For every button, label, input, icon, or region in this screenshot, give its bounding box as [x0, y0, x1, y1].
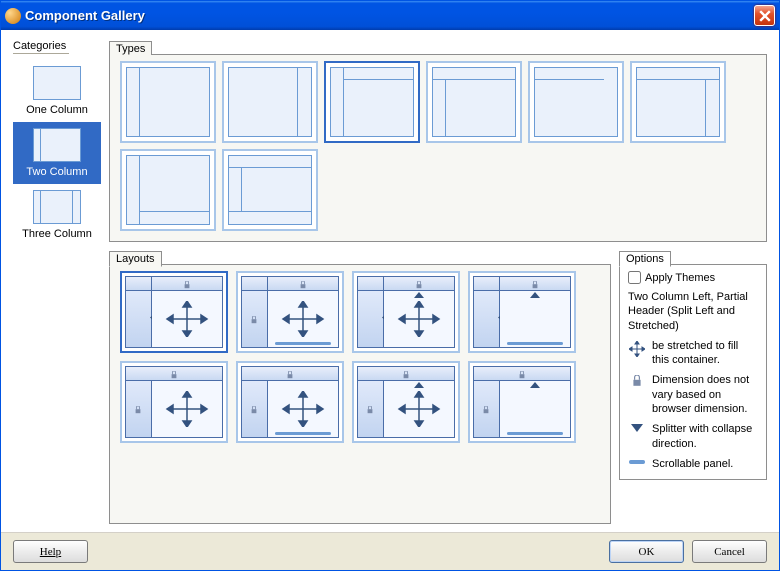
legend-text: Splitter with collapse direction. — [652, 422, 758, 451]
types-grid — [120, 61, 756, 231]
lock-icon — [518, 370, 526, 378]
legend-stretch: be stretched to fill this container. — [628, 339, 758, 368]
types-panel — [109, 55, 767, 242]
titlebar: Component Gallery — [1, 1, 779, 30]
lock-icon — [286, 370, 294, 378]
help-label: Help — [40, 546, 61, 558]
cancel-button[interactable]: Cancel — [692, 540, 767, 563]
legend-text: be stretched to fill this container. — [652, 339, 758, 368]
stretch-icon — [281, 301, 325, 337]
category-label: Three Column — [22, 228, 92, 240]
lock-icon — [299, 280, 307, 288]
apply-themes-row: Apply Themes — [628, 271, 758, 284]
dialog-footer: Help OK Cancel — [1, 532, 779, 570]
legend-lock: Dimension does not vary based on browser… — [628, 373, 758, 416]
lock-icon — [366, 405, 374, 413]
type-tile[interactable] — [222, 149, 318, 231]
stretch-icon — [397, 391, 441, 427]
dialog-window: Component Gallery Categories One Column … — [0, 0, 780, 571]
splitter-icon — [530, 290, 540, 302]
scrollbar-icon — [275, 342, 331, 345]
lock-icon — [250, 405, 258, 413]
close-button[interactable] — [754, 5, 775, 26]
lock-icon — [415, 280, 423, 288]
lock-icon — [134, 405, 142, 413]
options-panel: Apply Themes Two Column Left, Partial He… — [619, 265, 767, 480]
type-tile[interactable] — [426, 61, 522, 143]
categories-panel: Categories One Column Two Column Three C… — [13, 40, 101, 524]
lock-icon — [170, 370, 178, 378]
lock-icon — [628, 373, 646, 387]
legend-scroll: Scrollable panel. — [628, 457, 758, 471]
layout-tile[interactable] — [236, 271, 344, 353]
apply-themes-label: Apply Themes — [645, 272, 715, 284]
app-icon — [5, 8, 21, 24]
stretch-icon — [165, 301, 209, 337]
layout-tile[interactable] — [120, 361, 228, 443]
layout-tile[interactable] — [352, 361, 460, 443]
apply-themes-checkbox[interactable] — [628, 271, 641, 284]
type-tile[interactable] — [528, 61, 624, 143]
stretch-icon — [165, 391, 209, 427]
type-tile[interactable] — [630, 61, 726, 143]
stretch-icon — [281, 391, 325, 427]
layout-tile[interactable] — [468, 271, 576, 353]
scrollbar-icon — [507, 432, 563, 435]
lock-icon — [531, 280, 539, 288]
layout-tile[interactable] — [468, 361, 576, 443]
stretch-icon — [628, 339, 646, 357]
layouts-grid — [120, 271, 600, 443]
scrollbar-icon — [628, 457, 646, 465]
scrollbar-icon — [507, 342, 563, 345]
type-tile[interactable] — [324, 61, 420, 143]
layout-tile[interactable] — [120, 271, 228, 353]
category-thumb — [33, 190, 81, 224]
category-three-column[interactable]: Three Column — [13, 184, 101, 246]
category-one-column[interactable]: One Column — [13, 60, 101, 122]
layout-tile[interactable] — [352, 271, 460, 353]
layout-description: Two Column Left, Partial Header (Split L… — [628, 290, 758, 333]
categories-label: Categories — [13, 40, 66, 52]
types-section: Types — [109, 40, 767, 242]
lock-icon — [183, 280, 191, 288]
lower-row: Layouts — [109, 250, 767, 524]
window-title: Component Gallery — [25, 8, 754, 23]
legend-splitter: Splitter with collapse direction. — [628, 422, 758, 451]
layout-tile[interactable] — [236, 361, 344, 443]
help-button[interactable]: Help — [13, 540, 88, 563]
legend-text: Dimension does not vary based on browser… — [652, 373, 758, 416]
category-label: Two Column — [26, 166, 87, 178]
lock-icon — [250, 315, 258, 323]
splitter-icon — [628, 422, 646, 434]
close-icon — [759, 10, 771, 22]
layouts-label: Layouts — [109, 251, 162, 267]
lock-icon — [402, 370, 410, 378]
scrollbar-icon — [275, 432, 331, 435]
category-thumb — [33, 128, 81, 162]
category-label: One Column — [26, 104, 88, 116]
legend-text: Scrollable panel. — [652, 457, 758, 471]
stretch-icon — [397, 301, 441, 337]
type-tile[interactable] — [120, 149, 216, 231]
dialog-content: Categories One Column Two Column Three C… — [1, 30, 779, 532]
type-tile[interactable] — [120, 61, 216, 143]
type-tile[interactable] — [222, 61, 318, 143]
category-thumb — [33, 66, 81, 100]
ok-button[interactable]: OK — [609, 540, 684, 563]
splitter-icon — [530, 380, 540, 392]
options-label: Options — [619, 251, 671, 267]
layouts-panel — [109, 265, 611, 524]
lock-icon — [482, 405, 490, 413]
right-column: Types — [109, 40, 767, 524]
category-two-column[interactable]: Two Column — [13, 122, 101, 184]
